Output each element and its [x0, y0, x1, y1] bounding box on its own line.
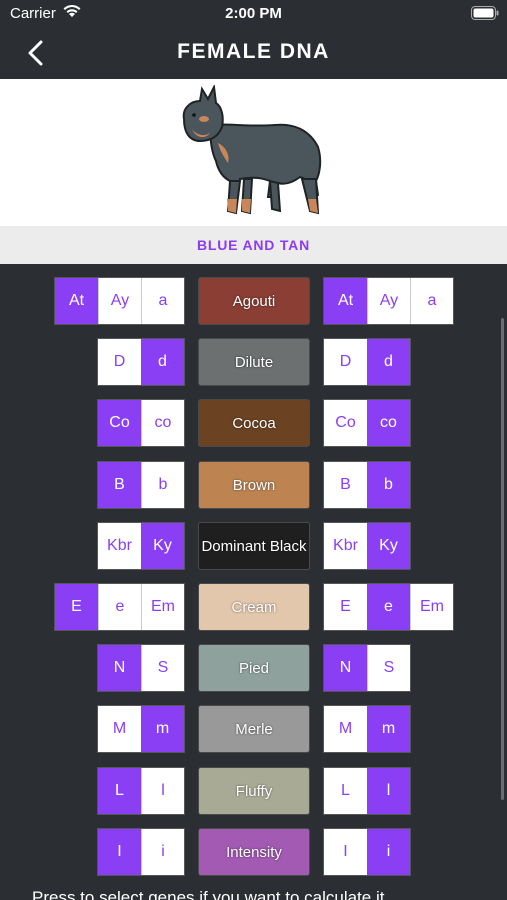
locus-label: Merle [198, 705, 310, 753]
left-allele-N[interactable]: N [98, 645, 141, 691]
right-allele-Ay[interactable]: Ay [367, 278, 410, 324]
left-allele-Co[interactable]: Co [98, 400, 141, 446]
left-allele-group: At Ay a [54, 277, 185, 325]
left-allele-d[interactable]: d [141, 339, 184, 385]
locus-label: Fluffy [198, 767, 310, 815]
left-allele-At[interactable]: At [55, 278, 98, 324]
right-allele-group: Ee Em [323, 583, 454, 631]
dog-illustration-panel [0, 79, 507, 226]
right-allele-Em[interactable]: Em [410, 584, 453, 630]
gene-row-agouti: At Ay a Agouti At Ay a [0, 277, 507, 325]
gene-row-dilute: Dd Dilute Dd [0, 338, 507, 386]
right-allele-At[interactable]: At [324, 278, 367, 324]
left-allele-group: Ll [97, 767, 185, 815]
right-allele-S[interactable]: S [367, 645, 410, 691]
left-allele-Kbr[interactable]: Kbr [98, 523, 141, 569]
nav-bar: FEMALE DNA [0, 28, 507, 79]
right-allele-group: Ll [323, 767, 411, 815]
gene-row-cream: Ee Em Cream Ee Em [0, 583, 507, 631]
locus-label: Agouti [198, 277, 310, 325]
left-allele-group: Mm [97, 705, 185, 753]
french-bulldog-illustration [182, 85, 322, 215]
locus-label: Cream [198, 583, 310, 631]
gene-row-cocoa: Co co Cocoa Co co [0, 399, 507, 447]
left-allele-Em[interactable]: Em [141, 584, 184, 630]
left-allele-group: Ii [97, 828, 185, 876]
right-allele-group: NS [323, 644, 411, 692]
left-allele-E[interactable]: E [55, 584, 98, 630]
left-allele-Ky[interactable]: Ky [141, 523, 184, 569]
right-allele-l[interactable]: l [367, 768, 410, 814]
left-allele-group: Ee Em [54, 583, 185, 631]
left-allele-group: Co co [97, 399, 185, 447]
left-allele-group: Kbr Ky [97, 522, 185, 570]
locus-label: Brown [198, 461, 310, 509]
left-allele-group: NS [97, 644, 185, 692]
battery-icon [471, 6, 499, 20]
locus-label: Intensity [198, 828, 310, 876]
left-allele-e[interactable]: e [98, 584, 141, 630]
page-title: FEMALE DNA [177, 40, 330, 63]
left-allele-group: Dd [97, 338, 185, 386]
right-allele-i[interactable]: i [367, 829, 410, 875]
gene-row-fluffy: Ll Fluffy Ll [0, 767, 507, 815]
gene-row-intensity: Ii Intensity Ii [0, 828, 507, 876]
locus-label: Cocoa [198, 399, 310, 447]
left-allele-m[interactable]: m [141, 706, 184, 752]
right-allele-I[interactable]: I [324, 829, 367, 875]
left-allele-co[interactable]: co [141, 400, 184, 446]
color-name-label: BLUE AND TAN [0, 226, 507, 264]
right-allele-group: Kbr Ky [323, 522, 411, 570]
right-allele-E[interactable]: E [324, 584, 367, 630]
left-allele-D[interactable]: D [98, 339, 141, 385]
right-allele-B[interactable]: B [324, 462, 367, 508]
right-allele-b[interactable]: b [367, 462, 410, 508]
right-allele-d[interactable]: d [367, 339, 410, 385]
gene-row-dominant-black: Kbr Ky Dominant Black Kbr Ky [0, 522, 507, 570]
left-allele-S[interactable]: S [141, 645, 184, 691]
right-allele-Kbr[interactable]: Kbr [324, 523, 367, 569]
locus-label: Dilute [198, 338, 310, 386]
left-allele-L[interactable]: L [98, 768, 141, 814]
right-allele-L[interactable]: L [324, 768, 367, 814]
left-allele-a[interactable]: a [141, 278, 184, 324]
right-allele-group: Bb [323, 461, 411, 509]
right-allele-Ky[interactable]: Ky [367, 523, 410, 569]
right-allele-N[interactable]: N [324, 645, 367, 691]
left-allele-I[interactable]: I [98, 829, 141, 875]
left-allele-B[interactable]: B [98, 462, 141, 508]
right-allele-group: Dd [323, 338, 411, 386]
right-allele-M[interactable]: M [324, 706, 367, 752]
right-allele-m[interactable]: m [367, 706, 410, 752]
status-time: 2:00 PM [225, 5, 282, 22]
right-allele-group: Co co [323, 399, 411, 447]
right-allele-group: At Ay a [323, 277, 454, 325]
left-allele-l[interactable]: l [141, 768, 184, 814]
status-bar: Carrier 2:00 PM [0, 0, 507, 28]
right-allele-group: Mm [323, 705, 411, 753]
right-allele-D[interactable]: D [324, 339, 367, 385]
right-allele-a[interactable]: a [410, 278, 453, 324]
gene-row-pied: N S Pied N S [0, 644, 507, 692]
left-allele-group: Bb [97, 461, 185, 509]
locus-label: Pied [198, 644, 310, 692]
locus-label: Dominant Black [198, 522, 310, 570]
right-allele-e[interactable]: e [367, 584, 410, 630]
right-allele-Co[interactable]: Co [324, 400, 367, 446]
left-allele-b[interactable]: b [141, 462, 184, 508]
left-allele-Ay[interactable]: Ay [98, 278, 141, 324]
right-allele-group: Ii [323, 828, 411, 876]
gene-row-merle: Mm Merle Mm [0, 705, 507, 753]
footer-hint: Press to select genes if you want to cal… [32, 888, 385, 900]
left-allele-M[interactable]: M [98, 706, 141, 752]
right-allele-co[interactable]: co [367, 400, 410, 446]
gene-row-brown: Bb Brown Bb [0, 461, 507, 509]
left-allele-i[interactable]: i [141, 829, 184, 875]
